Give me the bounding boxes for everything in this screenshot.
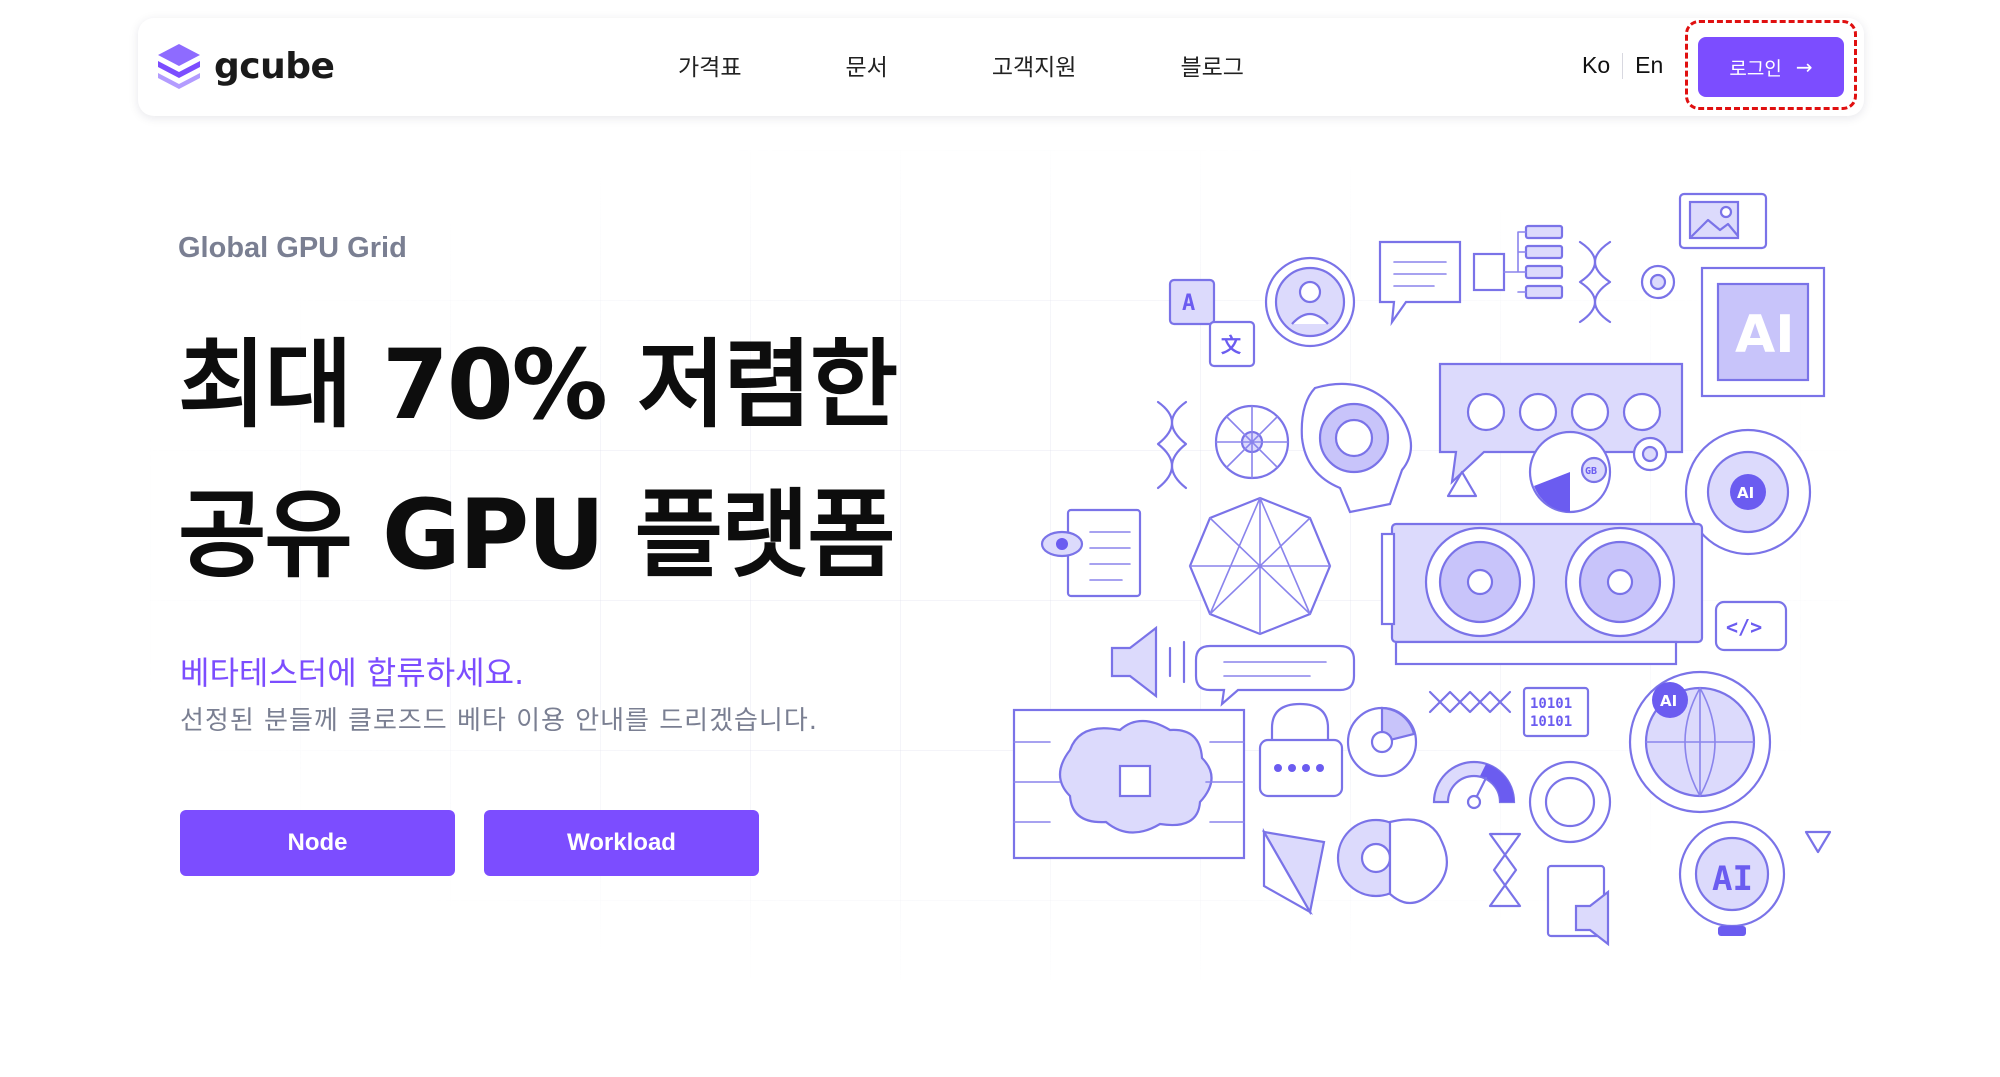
network-polyhedron-icon (1188, 496, 1332, 636)
brain-circuit-icon (1012, 708, 1246, 860)
gcube-logo-icon (158, 44, 200, 89)
node-button[interactable]: Node (180, 810, 455, 876)
brand-name: gcube (214, 45, 335, 87)
ai-gear-icon: AI (1684, 428, 1812, 556)
hero-headline: 최대 70% 저렴한 공유 GPU 플랫폼 (178, 310, 898, 610)
hero-eyebrow: Global GPU Grid (178, 232, 407, 264)
site-header: gcube 가격표 문서 고객지원 블로그 Ko En (138, 18, 1864, 116)
brand-logo[interactable]: gcube (156, 42, 335, 90)
main-nav: 가격표 문서 고객지원 블로그 (678, 48, 1244, 82)
audio-document-icon (1546, 864, 1610, 947)
network-lines-icon (1428, 690, 1512, 714)
tech-icons-illustration: A 文 AI GB AI </> 10101 10101 AI AI (1012, 192, 1832, 947)
brain-gear-icon (1336, 818, 1448, 905)
message-bubble-icon (1194, 644, 1356, 707)
ai-chip-label: AI (1735, 305, 1795, 365)
ai-chip-icon: AI (1700, 266, 1826, 398)
code-tag-label: </> (1726, 615, 1762, 639)
translate-a-label: A (1182, 291, 1195, 316)
hero-subtitle: 베타테스터에 합류하세요. (180, 654, 525, 692)
small-triangle-icon (1804, 830, 1832, 854)
dna-strand-icon (1156, 400, 1188, 490)
speaker-icon (1110, 625, 1186, 699)
user-avatar-icon (1264, 256, 1356, 348)
lang-ko[interactable]: Ko (1582, 52, 1610, 79)
hourglass-icon (1488, 832, 1522, 908)
login-button[interactable]: 로그인 → (1698, 37, 1844, 97)
brain-gear-head-icon (1300, 382, 1413, 514)
binary-top: 10101 (1530, 696, 1572, 712)
ai-lightbulb-label: AI (1712, 859, 1753, 899)
binary-bottom: 10101 (1530, 714, 1572, 730)
chat-bubble-icon (1378, 240, 1462, 327)
translate-icon: A 文 (1168, 278, 1256, 368)
dna-icon (1578, 240, 1612, 324)
eye-document-icon (1040, 508, 1142, 598)
storage-gauge-icon: GB (1528, 430, 1612, 514)
login-label: 로그인 (1729, 57, 1782, 80)
lang-divider (1622, 52, 1624, 79)
gear-small-icon (1640, 264, 1676, 300)
translate-b-label: 文 (1221, 333, 1242, 357)
gear-outline-icon (1528, 760, 1612, 844)
nav-item-pricing[interactable]: 가격표 (678, 48, 741, 82)
language-switcher: Ko En (1582, 52, 1663, 79)
headline-line-1: 최대 70% 저렴한 (178, 329, 898, 441)
gear-medium-icon (1632, 436, 1668, 472)
pie-chart-icon (1346, 706, 1418, 778)
hero-illustration: A 文 AI GB AI </> 10101 10101 AI AI (1010, 182, 1890, 972)
nav-item-blog[interactable]: 블로그 (1180, 48, 1243, 82)
binary-code-icon: 10101 10101 (1522, 686, 1590, 738)
lock-icon (1258, 702, 1344, 798)
wheel-icon (1214, 404, 1290, 480)
hero-description: 선정된 분들께 클로즈드 베타 이용 안내를 드리겠습니다. (180, 706, 819, 736)
ai-gear-label: AI (1737, 484, 1754, 502)
lang-en[interactable]: En (1635, 52, 1663, 79)
gpu-card-icon (1380, 522, 1704, 666)
nav-item-support[interactable]: 고객지원 (992, 48, 1077, 82)
ai-globe-icon: AI (1628, 670, 1772, 814)
org-chart-icon (1472, 224, 1564, 300)
nav-item-docs[interactable]: 문서 (845, 48, 887, 82)
arrow-right-icon: → (1795, 55, 1813, 79)
workload-button[interactable]: Workload (484, 810, 759, 876)
image-icon (1678, 192, 1768, 250)
headline-line-2: 공유 GPU 플랫폼 (178, 479, 896, 591)
ai-lightbulb-icon: AI (1678, 820, 1786, 936)
gauge-gb-label: GB (1585, 466, 1597, 477)
ai-globe-label: AI (1660, 692, 1677, 710)
speedometer-icon (1432, 760, 1516, 810)
prism-icon (1261, 827, 1326, 916)
code-tag-icon: </> (1714, 600, 1788, 652)
